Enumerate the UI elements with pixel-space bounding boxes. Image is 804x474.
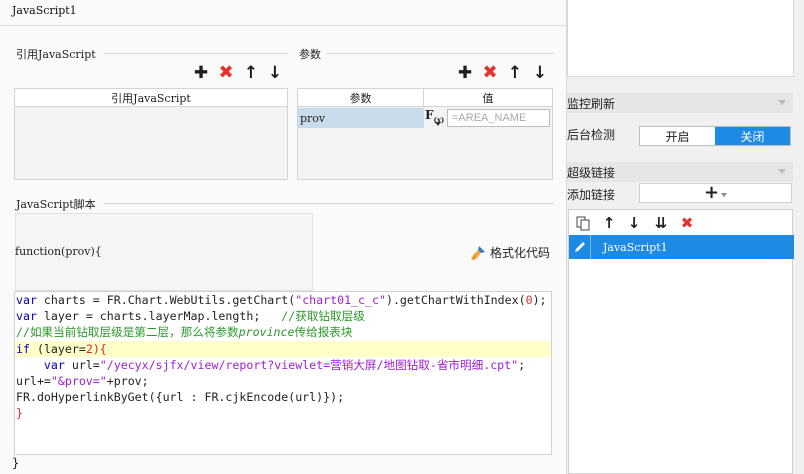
add-link-dropdown[interactable]: + xyxy=(639,183,792,203)
param-move-down-button[interactable]: ↓ xyxy=(531,64,549,82)
import-delete-button[interactable]: ✖ xyxy=(217,64,235,82)
code-editor[interactable]: var charts = FR.Chart.WebUtils.getChart(… xyxy=(14,291,552,455)
title-divider xyxy=(0,25,567,26)
params-section-label: 参数 xyxy=(299,48,321,61)
delete-x-icon: ✖ xyxy=(482,62,498,83)
preview-area xyxy=(567,0,794,77)
params-column-name: 参数 xyxy=(298,89,424,107)
param-name-cell[interactable]: prov xyxy=(298,108,424,128)
arrow-down-icon: ↓ xyxy=(627,214,641,232)
brush-icon xyxy=(471,245,485,260)
chevron-down-icon xyxy=(721,192,728,197)
code-line: var url="/yecyx/sjfx/view/report?viewlet… xyxy=(43,357,526,372)
link-move-up-button[interactable]: ↑ xyxy=(601,214,617,232)
plus-icon: ✚ xyxy=(193,63,209,83)
monitor-refresh-label: 监控刷新 xyxy=(567,96,616,111)
params-column-value: 值 xyxy=(424,89,552,107)
plus-icon: ✚ xyxy=(457,63,473,83)
edit-pencil-icon xyxy=(569,235,591,259)
copy-icon xyxy=(576,216,590,230)
collapse-icon xyxy=(778,169,786,174)
javascript-editor-pane: JavaScript1 引用JavaScript ✚ ✖ ↑ ↓ 引用JavaS… xyxy=(0,0,567,474)
import-section-label: 引用JavaScript xyxy=(16,48,96,61)
script-section-label: JavaScript脚本 xyxy=(16,198,96,211)
arrow-up-icon: ↑ xyxy=(243,63,259,83)
toggle-on-option[interactable]: 开启 xyxy=(640,127,715,145)
code-line: } xyxy=(16,406,23,421)
import-table-header: 引用JavaScript xyxy=(15,89,287,107)
plus-icon: + xyxy=(703,182,720,203)
arrow-down-icon: ↓ xyxy=(532,63,548,83)
background-check-label: 后台检测 xyxy=(567,128,616,142)
code-line: url+="&prov="+prov; xyxy=(16,373,149,388)
link-sort-button[interactable]: ⇊ xyxy=(653,214,669,232)
add-link-label: 添加链接 xyxy=(567,188,616,202)
delete-x-icon: ✖ xyxy=(218,62,234,83)
format-code-button[interactable]: 格式化代码 xyxy=(470,244,550,261)
function-signature: function(prov){ xyxy=(15,245,102,258)
delete-x-icon: ✖ xyxy=(680,214,694,232)
formula-fx-icon: F(x) xyxy=(425,108,445,125)
toggle-off-option[interactable]: 关闭 xyxy=(715,127,790,145)
param-value-input[interactable]: =AREA_NAME xyxy=(447,109,550,127)
sort-down-icon: ⇊ xyxy=(654,214,668,232)
import-move-down-button[interactable]: ↓ xyxy=(266,64,284,82)
param-move-up-button[interactable]: ↑ xyxy=(506,64,524,82)
param-delete-button[interactable]: ✖ xyxy=(481,64,499,82)
hyperlink-header[interactable]: 超级链接 xyxy=(567,162,793,182)
code-line: FR.doHyperlinkByGet({url : FR.cjkEncode(… xyxy=(16,390,345,405)
background-check-toggle[interactable]: 开启 关闭 xyxy=(639,126,791,146)
param-add-button[interactable]: ✚ xyxy=(456,64,474,82)
import-move-up-button[interactable]: ↑ xyxy=(242,64,260,82)
code-line-current: if (layer=2){ xyxy=(15,340,551,357)
collapse-icon xyxy=(778,100,786,105)
formula-button[interactable]: F(x) xyxy=(425,108,447,128)
arrow-up-icon: ↑ xyxy=(602,214,616,232)
chevron-down-icon xyxy=(435,122,441,126)
properties-pane: 监控刷新 后台检测 开启 关闭 超级链接 添加链接 + ↑ ↓ ⇊ ✖ Java… xyxy=(567,0,804,474)
arrow-up-icon: ↑ xyxy=(507,63,523,83)
params-section-divider xyxy=(326,53,554,54)
function-closing-brace: } xyxy=(12,456,20,470)
hyperlink-label: 超级链接 xyxy=(567,165,616,180)
script-section-divider xyxy=(104,203,554,204)
code-line: var charts = FR.Chart.WebUtils.getChart(… xyxy=(16,293,547,307)
link-delete-button[interactable]: ✖ xyxy=(679,214,695,232)
hyperlink-list-item[interactable]: JavaScript1 xyxy=(569,235,794,259)
copy-link-button[interactable] xyxy=(575,214,591,232)
params-table: 参数 值 prov F(x) =AREA_NAME xyxy=(297,88,553,180)
import-add-button[interactable]: ✚ xyxy=(192,64,210,82)
code-line: //如果当前钻取层级是第二层，那么将参数province传给报表块 xyxy=(16,325,353,340)
link-move-down-button[interactable]: ↓ xyxy=(626,214,642,232)
arrow-down-icon: ↓ xyxy=(267,63,283,83)
hyperlink-list-panel: ↑ ↓ ⇊ ✖ JavaScript1 xyxy=(568,209,794,474)
import-table: 引用JavaScript xyxy=(14,88,288,180)
format-code-label: 格式化代码 xyxy=(490,246,551,260)
monitor-refresh-header[interactable]: 监控刷新 xyxy=(567,93,793,113)
window-title: JavaScript1 xyxy=(12,4,77,17)
import-section-divider xyxy=(104,53,288,54)
hyperlink-item-name: JavaScript1 xyxy=(603,240,668,254)
code-line: var layer = charts.layerMap.length; //获取… xyxy=(16,309,365,324)
